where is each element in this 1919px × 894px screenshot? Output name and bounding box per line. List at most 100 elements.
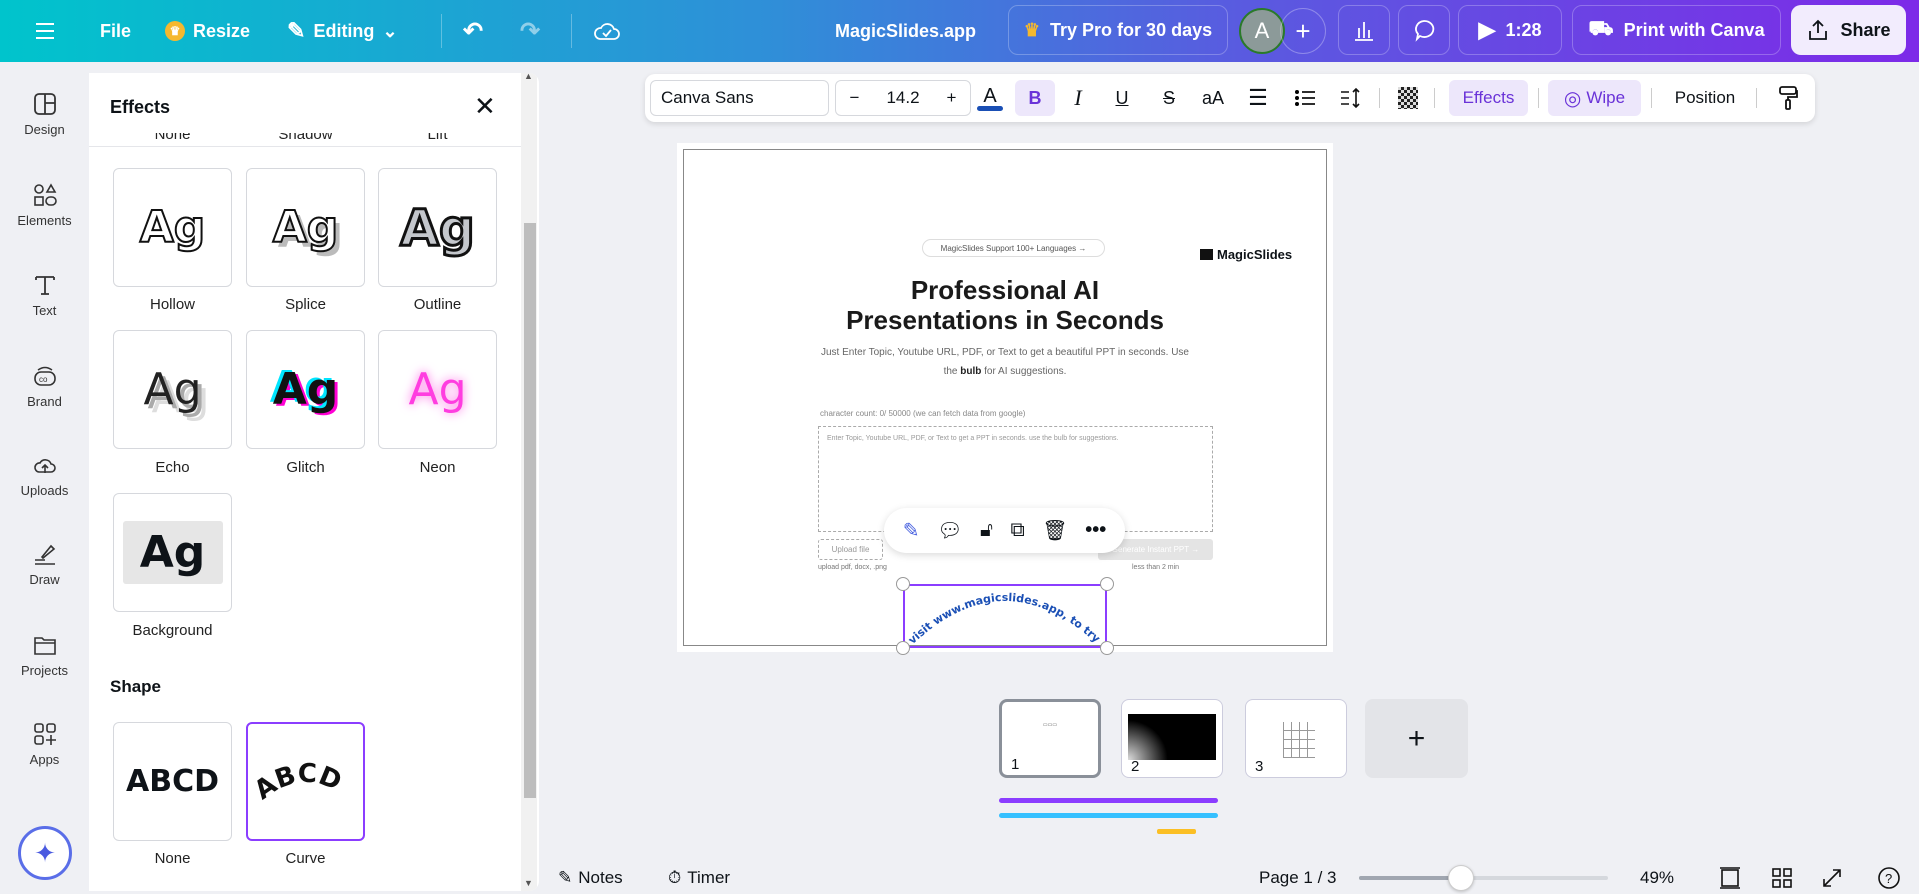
page-thumbnail-2[interactable]: 2 (1121, 699, 1223, 778)
copy-style-button[interactable] (1773, 80, 1803, 116)
position-button[interactable]: Position (1665, 80, 1745, 116)
panel-scrollbar[interactable]: ▲ ▼ (521, 73, 537, 891)
curved-text-element[interactable]: visit www.magicslides.app, to try the ap… (899, 574, 1107, 648)
comments-button[interactable] (1398, 5, 1450, 55)
audio-track-yellow[interactable] (1157, 829, 1196, 834)
line-spacing-icon (1341, 87, 1360, 109)
character-count: character count: 0/ 50000 (we can fetch … (820, 409, 1026, 418)
trash-icon[interactable]: 🗑︎ (1042, 518, 1067, 543)
spacing-button[interactable] (1337, 80, 1363, 116)
page-view-button[interactable] (1719, 864, 1741, 892)
transparency-button[interactable] (1395, 80, 1421, 116)
magic-assistant-button[interactable]: ✦ (18, 826, 72, 880)
audio-track-purple[interactable] (999, 798, 1218, 803)
undo-button[interactable]: ↶ (463, 0, 483, 62)
effect-neon[interactable]: Ag (378, 330, 497, 449)
bold-button[interactable]: B (1015, 80, 1055, 116)
italic-button[interactable]: I (1065, 80, 1091, 116)
shape-curve[interactable]: ABCD (246, 722, 365, 841)
font-family-select[interactable]: Canva Sans (650, 80, 829, 116)
scroll-down-arrow-icon[interactable]: ▼ (524, 878, 533, 888)
underline-button[interactable]: U (1109, 80, 1135, 116)
add-comment-icon[interactable]: 💬︎ (937, 518, 962, 543)
effect-hollow[interactable]: Ag (113, 168, 232, 287)
align-button[interactable]: ☰ (1245, 80, 1271, 116)
letter-case-button[interactable]: aA (1197, 80, 1229, 116)
resize-handle-tr[interactable] (1100, 577, 1114, 591)
resize-button[interactable]: ♛ Resize (165, 0, 250, 62)
scroll-up-arrow-icon[interactable]: ▲ (524, 73, 533, 81)
effects-button[interactable]: Effects (1449, 80, 1528, 116)
grid-icon (1772, 868, 1792, 888)
editing-menu[interactable]: ✎ Editing ⌄ (287, 0, 398, 62)
effect-echo[interactable]: Ag (113, 330, 232, 449)
timer-button[interactable]: ⏱︎ Timer (668, 864, 730, 892)
close-panel-button[interactable]: ✕ (474, 91, 496, 122)
align-justify-icon: ☰ (1248, 85, 1268, 110)
font-size-stepper[interactable]: − 14.2 + (835, 80, 971, 116)
rail-item-elements[interactable]: Elements (0, 183, 89, 228)
insights-button[interactable] (1338, 5, 1390, 55)
invite-button[interactable]: + (1280, 8, 1326, 54)
share-button[interactable]: Share (1791, 5, 1906, 55)
fullscreen-button[interactable] (1821, 864, 1843, 892)
document-title[interactable]: MagicSlides.app (835, 0, 976, 62)
decrease-size-button[interactable]: − (850, 88, 860, 108)
page-thumbnail-1[interactable]: ▭▭▭ 1 (999, 699, 1101, 778)
rail-item-design[interactable]: Design (0, 92, 89, 137)
list-button[interactable] (1292, 80, 1318, 116)
rail-item-apps[interactable]: Apps (0, 722, 89, 767)
shape-none[interactable]: ABCD (113, 722, 232, 841)
rail-item-projects[interactable]: Projects (0, 633, 89, 678)
layout-icon (33, 93, 56, 115)
redo-button[interactable]: ↷ (520, 0, 540, 62)
left-rail: Design Elements Text co Brand Uploads Dra… (0, 62, 89, 894)
present-button[interactable]: ▶ 1:28 (1458, 5, 1562, 55)
rail-item-text[interactable]: Text (0, 273, 89, 318)
avatar[interactable]: A (1239, 8, 1285, 54)
page-indicator[interactable]: Page 1 / 3 (1259, 864, 1337, 892)
effect-outline[interactable]: Ag (378, 168, 497, 287)
scrollbar-thumb[interactable] (524, 223, 536, 798)
effect-splice[interactable]: Ag (246, 168, 365, 287)
more-options-icon[interactable]: ••• (1085, 519, 1106, 542)
effect-background[interactable]: Ag (113, 493, 232, 612)
rail-item-brand[interactable]: co Brand (0, 364, 89, 409)
close-icon: ✕ (474, 91, 496, 121)
slide-frame (683, 149, 1327, 646)
slide-canvas[interactable]: MagicSlides Support 100+ Languages → Mag… (677, 143, 1333, 655)
rail-item-uploads[interactable]: Uploads (0, 453, 89, 498)
strikethrough-button[interactable]: S (1156, 80, 1182, 116)
magic-edit-icon[interactable]: ✎ (903, 518, 920, 543)
text-color-button[interactable]: A (976, 80, 1004, 116)
page-thumbnail-3[interactable]: 3 (1245, 699, 1347, 778)
resize-handle-br[interactable] (1100, 641, 1114, 655)
rail-item-draw[interactable]: Draw (0, 542, 89, 587)
print-with-canva-button[interactable]: ⛟ Print with Canva (1572, 5, 1781, 55)
menu-button[interactable] (34, 0, 56, 62)
duplicate-icon[interactable]: ⧉ (1010, 519, 1024, 542)
magicslides-logo: MagicSlides (1200, 247, 1292, 262)
help-button[interactable]: ? (1877, 864, 1901, 892)
increase-size-button[interactable]: + (947, 88, 957, 108)
audio-track-blue[interactable] (999, 813, 1218, 818)
zoom-slider[interactable] (1359, 865, 1608, 891)
font-size-value[interactable]: 14.2 (886, 88, 919, 108)
try-pro-button[interactable]: ♛ Try Pro for 30 days (1008, 5, 1228, 55)
resize-handle-tl[interactable] (896, 577, 910, 591)
hamburger-icon (36, 23, 54, 39)
grid-view-button[interactable] (1771, 864, 1793, 892)
zoom-level[interactable]: 49% (1640, 864, 1674, 892)
resize-handle-bl[interactable] (896, 641, 910, 655)
file-menu[interactable]: File (100, 0, 131, 62)
effect-glitch[interactable]: Ag (246, 330, 365, 449)
truck-icon: ⛟ (1588, 17, 1614, 40)
notes-button[interactable]: ✎ Notes (558, 864, 623, 892)
add-page-button[interactable]: + (1365, 699, 1468, 778)
lock-icon[interactable]: 🔓︎ (980, 519, 993, 542)
pen-icon (34, 544, 55, 565)
stopwatch-icon: ⏱︎ (668, 868, 682, 887)
cloud-saved-button[interactable] (593, 0, 621, 62)
animate-wipe-button[interactable]: ◎ Wipe (1548, 80, 1641, 116)
zoom-slider-knob[interactable] (1448, 865, 1475, 891)
